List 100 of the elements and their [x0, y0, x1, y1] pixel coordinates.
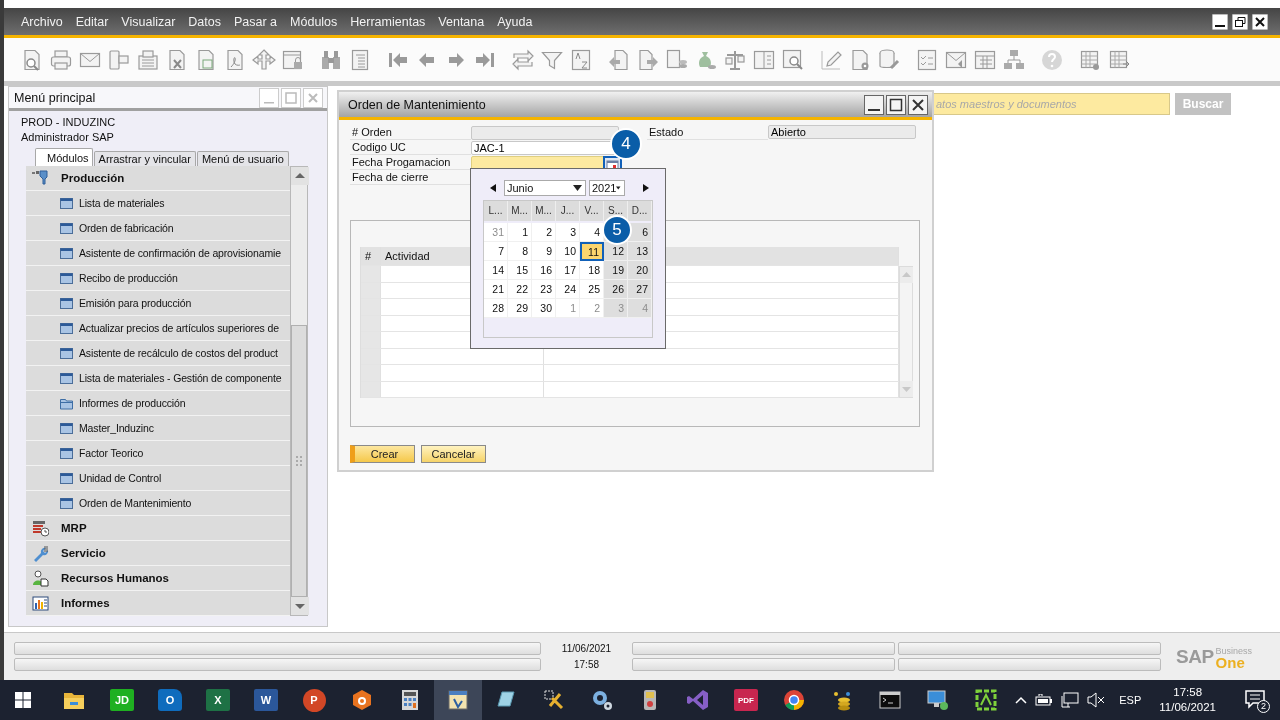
row-header-cell[interactable] — [361, 266, 381, 282]
taskbar-button[interactable]: W — [242, 680, 290, 720]
menu-item[interactable]: Herramientas — [350, 14, 426, 29]
calendar-day[interactable]: 18 — [580, 261, 604, 280]
battery-icon[interactable] — [1035, 694, 1054, 706]
calendar-day[interactable]: 1 — [508, 223, 532, 242]
taskbar-button[interactable]: X — [194, 680, 242, 720]
menu-item[interactable]: Archivo — [21, 14, 63, 29]
calendar-day[interactable]: 19 — [604, 261, 628, 280]
taskbar-button[interactable]: O — [146, 680, 194, 720]
module-item[interactable]: MRP — [26, 516, 290, 541]
calendar-day[interactable]: 8 — [508, 242, 532, 261]
calendar-day[interactable]: 15 — [508, 261, 532, 280]
calendar-day[interactable]: 14 — [484, 261, 508, 280]
menu-entry[interactable]: Asistente de recálculo de costos del product — [26, 341, 290, 366]
menu-entry[interactable]: Master_Induzinc — [26, 416, 290, 441]
menu-item[interactable]: Pasar a — [233, 14, 278, 29]
module-item[interactable]: Servicio — [26, 541, 290, 566]
calendar-day[interactable]: 3 — [556, 223, 580, 242]
speaker-muted-icon[interactable] — [1087, 692, 1106, 708]
module-item[interactable]: Informes — [26, 591, 290, 616]
checklist-icon[interactable] — [915, 47, 939, 72]
calendar-day[interactable]: 12 — [604, 242, 628, 261]
close-icon[interactable] — [908, 94, 928, 115]
menu-entry[interactable]: Lista de materiales — [26, 191, 290, 216]
calendar-day[interactable]: 11 — [580, 242, 604, 261]
calendar-day[interactable]: 16 — [532, 261, 556, 280]
search-field[interactable]: atos maestros y documentos — [933, 93, 1170, 115]
taskbar-button[interactable]: P — [290, 680, 338, 720]
menu-item[interactable]: Ventana — [438, 14, 485, 29]
close-icon[interactable] — [1252, 13, 1268, 30]
next-month-icon[interactable] — [641, 183, 651, 193]
calendar-day[interactable]: 24 — [556, 280, 580, 299]
menu-item[interactable]: Módulos — [290, 14, 338, 29]
column-header[interactable]: # — [361, 247, 381, 265]
notifications-button[interactable]: 2 — [1240, 685, 1272, 715]
document-right-arrow-icon[interactable] — [636, 47, 660, 72]
clock[interactable]: 17:58 11/06/2021 — [1159, 685, 1216, 715]
calendar-day[interactable]: 21 — [484, 280, 508, 299]
input-field[interactable]: Abierto — [768, 125, 916, 139]
menu-entry[interactable]: Orden de fabricación — [26, 216, 290, 241]
calendar-day[interactable]: 6 — [628, 223, 652, 242]
menu-item[interactable]: Editar — [75, 14, 109, 29]
calendar-day[interactable]: 1 — [556, 299, 580, 318]
calendar-day[interactable]: 9 — [532, 242, 556, 261]
tab[interactable]: Módulos — [35, 148, 93, 166]
calendar-day[interactable]: 2 — [532, 223, 556, 242]
calendar-day[interactable]: 26 — [604, 280, 628, 299]
menu-item[interactable]: Visualizar — [121, 14, 176, 29]
move-arrows-icon[interactable] — [252, 47, 276, 72]
scroll-thumb[interactable] — [291, 325, 307, 597]
network-icon[interactable] — [1061, 692, 1080, 708]
year-dropdown[interactable]: 2021 — [589, 180, 625, 196]
calendar-day[interactable]: 10 — [556, 242, 580, 261]
scroll-down-icon[interactable] — [291, 597, 309, 615]
module-item[interactable]: Recursos Humanos — [26, 566, 290, 591]
taskbar-button[interactable]: PDF — [722, 680, 770, 720]
calendar-day[interactable]: 28 — [484, 299, 508, 318]
scroll-up-icon[interactable] — [291, 167, 309, 185]
calendar-day[interactable]: 7 — [484, 242, 508, 261]
calendar-day[interactable]: 30 — [532, 299, 556, 318]
menu-entry[interactable]: Orden de Mantenimiento — [26, 491, 290, 516]
database-wrench-icon[interactable] — [877, 47, 901, 72]
restore-icon[interactable] — [1232, 13, 1248, 30]
calendar-day[interactable]: 13 — [628, 242, 652, 261]
menu-entry[interactable]: Emisión para producción — [26, 291, 290, 316]
menu-item[interactable]: Ayuda — [497, 14, 533, 29]
tab[interactable]: Arrastrar y vincular — [93, 151, 196, 166]
minimize-icon[interactable] — [1212, 13, 1228, 30]
hierarchy-icon[interactable] — [1002, 47, 1026, 72]
calendar-day[interactable]: 25 — [580, 280, 604, 299]
previous-month-icon[interactable] — [488, 183, 498, 193]
menu-entry[interactable]: Informes de producción — [26, 391, 290, 416]
calendar-day[interactable]: 4 — [580, 223, 604, 242]
module-item[interactable]: Producción — [26, 166, 290, 191]
sort-icon[interactable] — [569, 47, 593, 72]
create-button[interactable]: Crear — [350, 445, 415, 463]
fax-icon[interactable] — [136, 47, 160, 72]
help-icon[interactable] — [1040, 47, 1064, 72]
menu-entry[interactable]: Lista de materiales - Gestión de componente — [26, 366, 290, 391]
menu-entry[interactable]: Asistente de confirmación de aprovisionamie — [26, 241, 290, 266]
calendar-day[interactable]: 27 — [628, 280, 652, 299]
printer-icon[interactable] — [49, 47, 73, 72]
month-dropdown[interactable]: Junio — [504, 180, 586, 196]
calendar-day[interactable]: 29 — [508, 299, 532, 318]
calendar-day[interactable]: 2 — [580, 299, 604, 318]
language-indicator[interactable]: ESP — [1119, 694, 1142, 706]
menu-item[interactable]: Datos — [188, 14, 221, 29]
chevron-up-icon[interactable] — [1015, 696, 1028, 704]
taskbar-button[interactable] — [434, 680, 482, 720]
document-left-arrow-icon[interactable] — [607, 47, 631, 72]
calendar-day[interactable]: 17 — [556, 261, 580, 280]
minimize-icon[interactable] — [864, 94, 884, 115]
cancel-button[interactable]: Cancelar — [421, 445, 486, 463]
input-field[interactable] — [471, 125, 619, 140]
maximize-icon[interactable] — [886, 94, 906, 115]
menu-entry[interactable]: Recibo de producción — [26, 266, 290, 291]
menu-entry[interactable]: Unidad de Control — [26, 466, 290, 491]
tab[interactable]: Menú de usuario — [196, 151, 289, 166]
refresh-icon[interactable] — [511, 47, 535, 72]
